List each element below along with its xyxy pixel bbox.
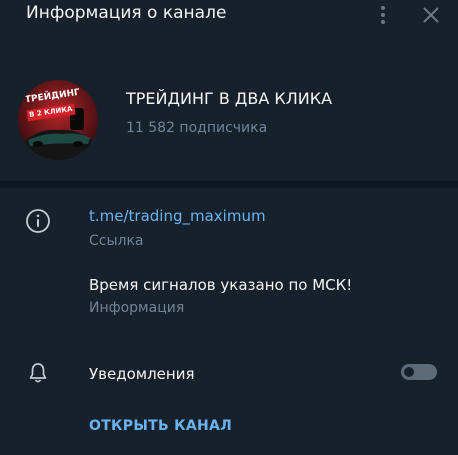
link-caption: Ссылка — [89, 233, 144, 249]
close-icon — [423, 7, 439, 23]
more-menu-button[interactable] — [369, 2, 397, 28]
close-button[interactable] — [417, 2, 445, 28]
description-caption: Информация — [89, 300, 185, 316]
notifications-label: Уведомления — [89, 365, 195, 383]
open-channel-button[interactable]: ОТКРЫТЬ КАНАЛ — [89, 418, 232, 434]
dialog-header: Информация о канале — [0, 0, 458, 30]
more-vertical-icon — [381, 6, 385, 24]
toggle-knob — [402, 365, 416, 379]
section-divider — [0, 181, 458, 188]
channel-avatar[interactable]: ТРЕЙДИНГ В 2 КЛИКА — [18, 80, 98, 160]
subscriber-count: 11 582 подписчика — [126, 120, 268, 136]
dialog-title: Информация о канале — [26, 3, 227, 23]
notifications-toggle[interactable] — [401, 364, 437, 380]
channel-profile: ТРЕЙДИНГ В 2 КЛИКА ТРЕЙДИНГ В ДВА КЛИКА … — [0, 60, 458, 160]
channel-link[interactable]: t.me/trading_maximum — [89, 207, 266, 225]
channel-name: ТРЕЙДИНГ В ДВА КЛИКА — [126, 89, 333, 108]
channel-description: Время сигналов указано по МСК! — [89, 276, 353, 294]
info-icon — [26, 209, 50, 233]
bell-icon — [29, 363, 47, 383]
